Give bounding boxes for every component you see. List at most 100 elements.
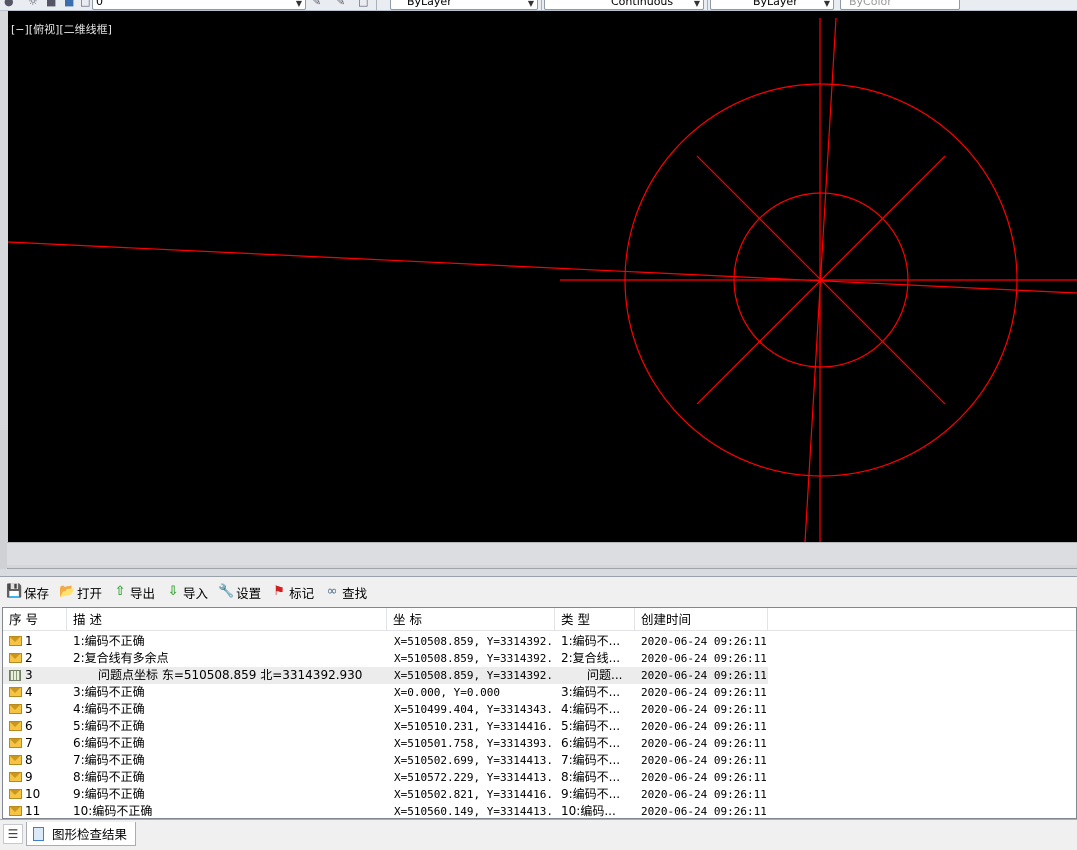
- row-coordinates: X=510499.404, Y=3314343...: [394, 703, 554, 716]
- find-button[interactable]: ∞ 查找: [322, 581, 373, 603]
- row-index: 10: [25, 787, 41, 801]
- command-line-bar[interactable]: [7, 542, 1077, 569]
- envelope-icon: [9, 636, 22, 646]
- mark-button[interactable]: ⚑ 标记: [269, 581, 320, 603]
- row-type: 9:编码不...: [561, 787, 621, 801]
- row-index: 4: [25, 685, 33, 699]
- row-description: 2:复合线有多余点: [73, 651, 169, 665]
- row-coordinates: X=510572.229, Y=3314413...: [394, 771, 554, 784]
- row-coordinates: X=510510.231, Y=3314416...: [394, 720, 554, 733]
- row-index: 9: [25, 770, 33, 784]
- row-index: 3: [25, 668, 33, 682]
- chevron-down-icon: ▼: [823, 0, 830, 8]
- header-index[interactable]: 序 号: [3, 608, 67, 631]
- row-type: 7:编码不...: [561, 753, 621, 767]
- row-type: 1:编码不...: [561, 634, 621, 648]
- table-row[interactable]: 8 7:编码不正确 X=510502.699, Y=3314413... 7:编码不.…: [3, 752, 768, 769]
- row-created-time: 2020-06-24 09:26:11: [641, 805, 766, 818]
- envelope-icon: [9, 738, 22, 748]
- row-description: 7:编码不正确: [73, 753, 145, 767]
- settings-button[interactable]: 🔧 设置: [216, 581, 267, 603]
- import-label: 导入: [183, 585, 209, 601]
- export-button[interactable]: ⇧ 导出: [110, 581, 161, 603]
- header-created-time[interactable]: 创建时间: [635, 608, 768, 631]
- save-button[interactable]: 💾 保存: [4, 581, 55, 603]
- sun-icon[interactable]: ☼: [28, 0, 40, 8]
- row-type: 8:编码不...: [561, 770, 621, 784]
- bottom-tab-bar: ☰ 图形检查结果: [0, 819, 1077, 850]
- row-created-time: 2020-06-24 09:26:11: [641, 652, 766, 665]
- table-row[interactable]: 5 4:编码不正确 X=510499.404, Y=3314343... 4:编码不.…: [3, 701, 768, 718]
- header-description[interactable]: 描 述: [67, 608, 387, 631]
- row-coordinates: X=510502.821, Y=3314416...: [394, 788, 554, 801]
- row-coordinates: X=0.000, Y=0.000: [394, 686, 500, 699]
- linetype-combo[interactable]: Continuous ▼: [544, 0, 704, 10]
- row-type: 10:编码...: [561, 804, 616, 818]
- row-type: 4:编码不...: [561, 702, 621, 716]
- table-row[interactable]: 7 6:编码不正确 X=510501.758, Y=3314393... 6:编码不.…: [3, 735, 768, 752]
- linetype-combo-value: Continuous: [611, 0, 674, 8]
- lineweight-combo[interactable]: ByLayer ▼: [710, 0, 834, 10]
- table-row[interactable]: 3 问题点坐标 东=510508.859 北=3314392.930 X=51050…: [3, 667, 768, 684]
- row-index: 7: [25, 736, 33, 750]
- row-type: 5:编码不...: [561, 719, 621, 733]
- horizontal-scrollbar[interactable]: [7, 543, 1077, 565]
- table-row[interactable]: 2 2:复合线有多余点 X=510508.859, Y=3314392... 2:复合…: [3, 650, 768, 667]
- layer-previous-icon[interactable]: ✎: [336, 0, 348, 8]
- cad-window: ● ☼ ■ ■ □ 0 ▼ ✎ ✎ □ ByLayer ▼ Continuous ▼ …: [0, 0, 1077, 850]
- arrow-up-icon: ⇧: [114, 584, 126, 599]
- row-type: 3:编码不...: [561, 685, 621, 699]
- chevron-down-icon: ▼: [295, 0, 302, 8]
- lock-icon[interactable]: ■: [46, 0, 58, 8]
- header-coordinates[interactable]: 坐 标: [387, 608, 555, 631]
- plotstyle-combo[interactable]: ByColor: [840, 0, 960, 10]
- results-toolbar: 💾 保存 📂 打开 ⇧ 导出 ⇩ 导入 🔧 设置 ⚑ 标记 ∞ 查找: [0, 578, 1077, 606]
- row-created-time: 2020-06-24 09:26:11: [641, 771, 766, 784]
- row-created-time: 2020-06-24 09:26:11: [641, 703, 766, 716]
- open-button[interactable]: 📂 打开: [57, 581, 108, 603]
- header-type[interactable]: 类 型: [555, 608, 635, 631]
- table-row[interactable]: 11 10:编码不正确 X=510560.149, Y=3314413... 10:编…: [3, 803, 768, 818]
- table-row[interactable]: 4 3:编码不正确 X=0.000, Y=0.000 3:编码不... 2020-06-…: [3, 684, 768, 701]
- long-red-line[interactable]: [8, 241, 1077, 294]
- table-row[interactable]: 6 5:编码不正确 X=510510.231, Y=3314416... 5:编码不.…: [3, 718, 768, 735]
- wrench-icon: 🔧: [218, 584, 235, 599]
- binoculars-icon: ∞: [326, 584, 338, 599]
- panel-splitter[interactable]: [0, 569, 1077, 577]
- color-combo[interactable]: ByLayer ▼: [390, 0, 538, 10]
- properties-toolbar: ● ☼ ■ ■ □ 0 ▼ ✎ ✎ □ ByLayer ▼ Continuous ▼ …: [0, 0, 1077, 11]
- layer-combo[interactable]: 0 ▼: [92, 0, 306, 10]
- row-description: 9:编码不正确: [73, 787, 145, 801]
- row-coordinates: X=510508.859, Y=3314392...: [394, 669, 554, 682]
- tab-check-results[interactable]: 图形检查结果: [26, 822, 137, 846]
- drawing-viewport[interactable]: [−][俯视][二维线框]: [0, 11, 1077, 542]
- row-coordinates: X=510501.758, Y=3314393...: [394, 737, 554, 750]
- plotstyle-combo-value: ByColor: [849, 0, 892, 8]
- mark-label: 标记: [289, 585, 315, 601]
- row-coordinates: X=510560.149, Y=3314413...: [394, 805, 554, 818]
- chevron-down-icon: ▼: [693, 0, 700, 8]
- row-created-time: 2020-06-24 09:26:11: [641, 788, 766, 801]
- table-row[interactable]: 10 9:编码不正确 X=510502.821, Y=3314416... 9:编码不…: [3, 786, 768, 803]
- envelope-icon: [9, 704, 22, 714]
- table-row[interactable]: 9 8:编码不正确 X=510572.229, Y=3314413... 8:编码不.…: [3, 769, 768, 786]
- row-description: 3:编码不正确: [73, 685, 145, 699]
- layer-match-icon[interactable]: ✎: [312, 0, 324, 8]
- import-button[interactable]: ⇩ 导入: [163, 581, 214, 603]
- drawing-canvas[interactable]: [0, 11, 1077, 542]
- toolbar-divider: [707, 0, 708, 10]
- envelope-icon: [9, 687, 22, 697]
- table-row[interactable]: 1 1:编码不正确 X=510508.859, Y=3314392... 1:编码不.…: [3, 633, 768, 650]
- layer-swatch-icon[interactable]: □: [80, 0, 92, 8]
- save-label: 保存: [24, 585, 50, 601]
- layer-state-icon[interactable]: □: [358, 0, 370, 8]
- check-results-table[interactable]: 序 号 描 述 坐 标 类 型 创建时间 1 1:编码不正确 X=510508.85…: [2, 607, 1077, 819]
- envelope-icon: [9, 755, 22, 765]
- row-description: 1:编码不正确: [73, 634, 145, 648]
- lightbulb-icon[interactable]: ●: [4, 0, 16, 8]
- envelope-icon: [9, 653, 22, 663]
- row-index: 5: [25, 702, 33, 716]
- list-view-icon[interactable]: ☰: [3, 824, 23, 844]
- color-swatch-icon[interactable]: ■: [64, 0, 76, 8]
- floppy-disk-icon: 💾: [6, 584, 23, 599]
